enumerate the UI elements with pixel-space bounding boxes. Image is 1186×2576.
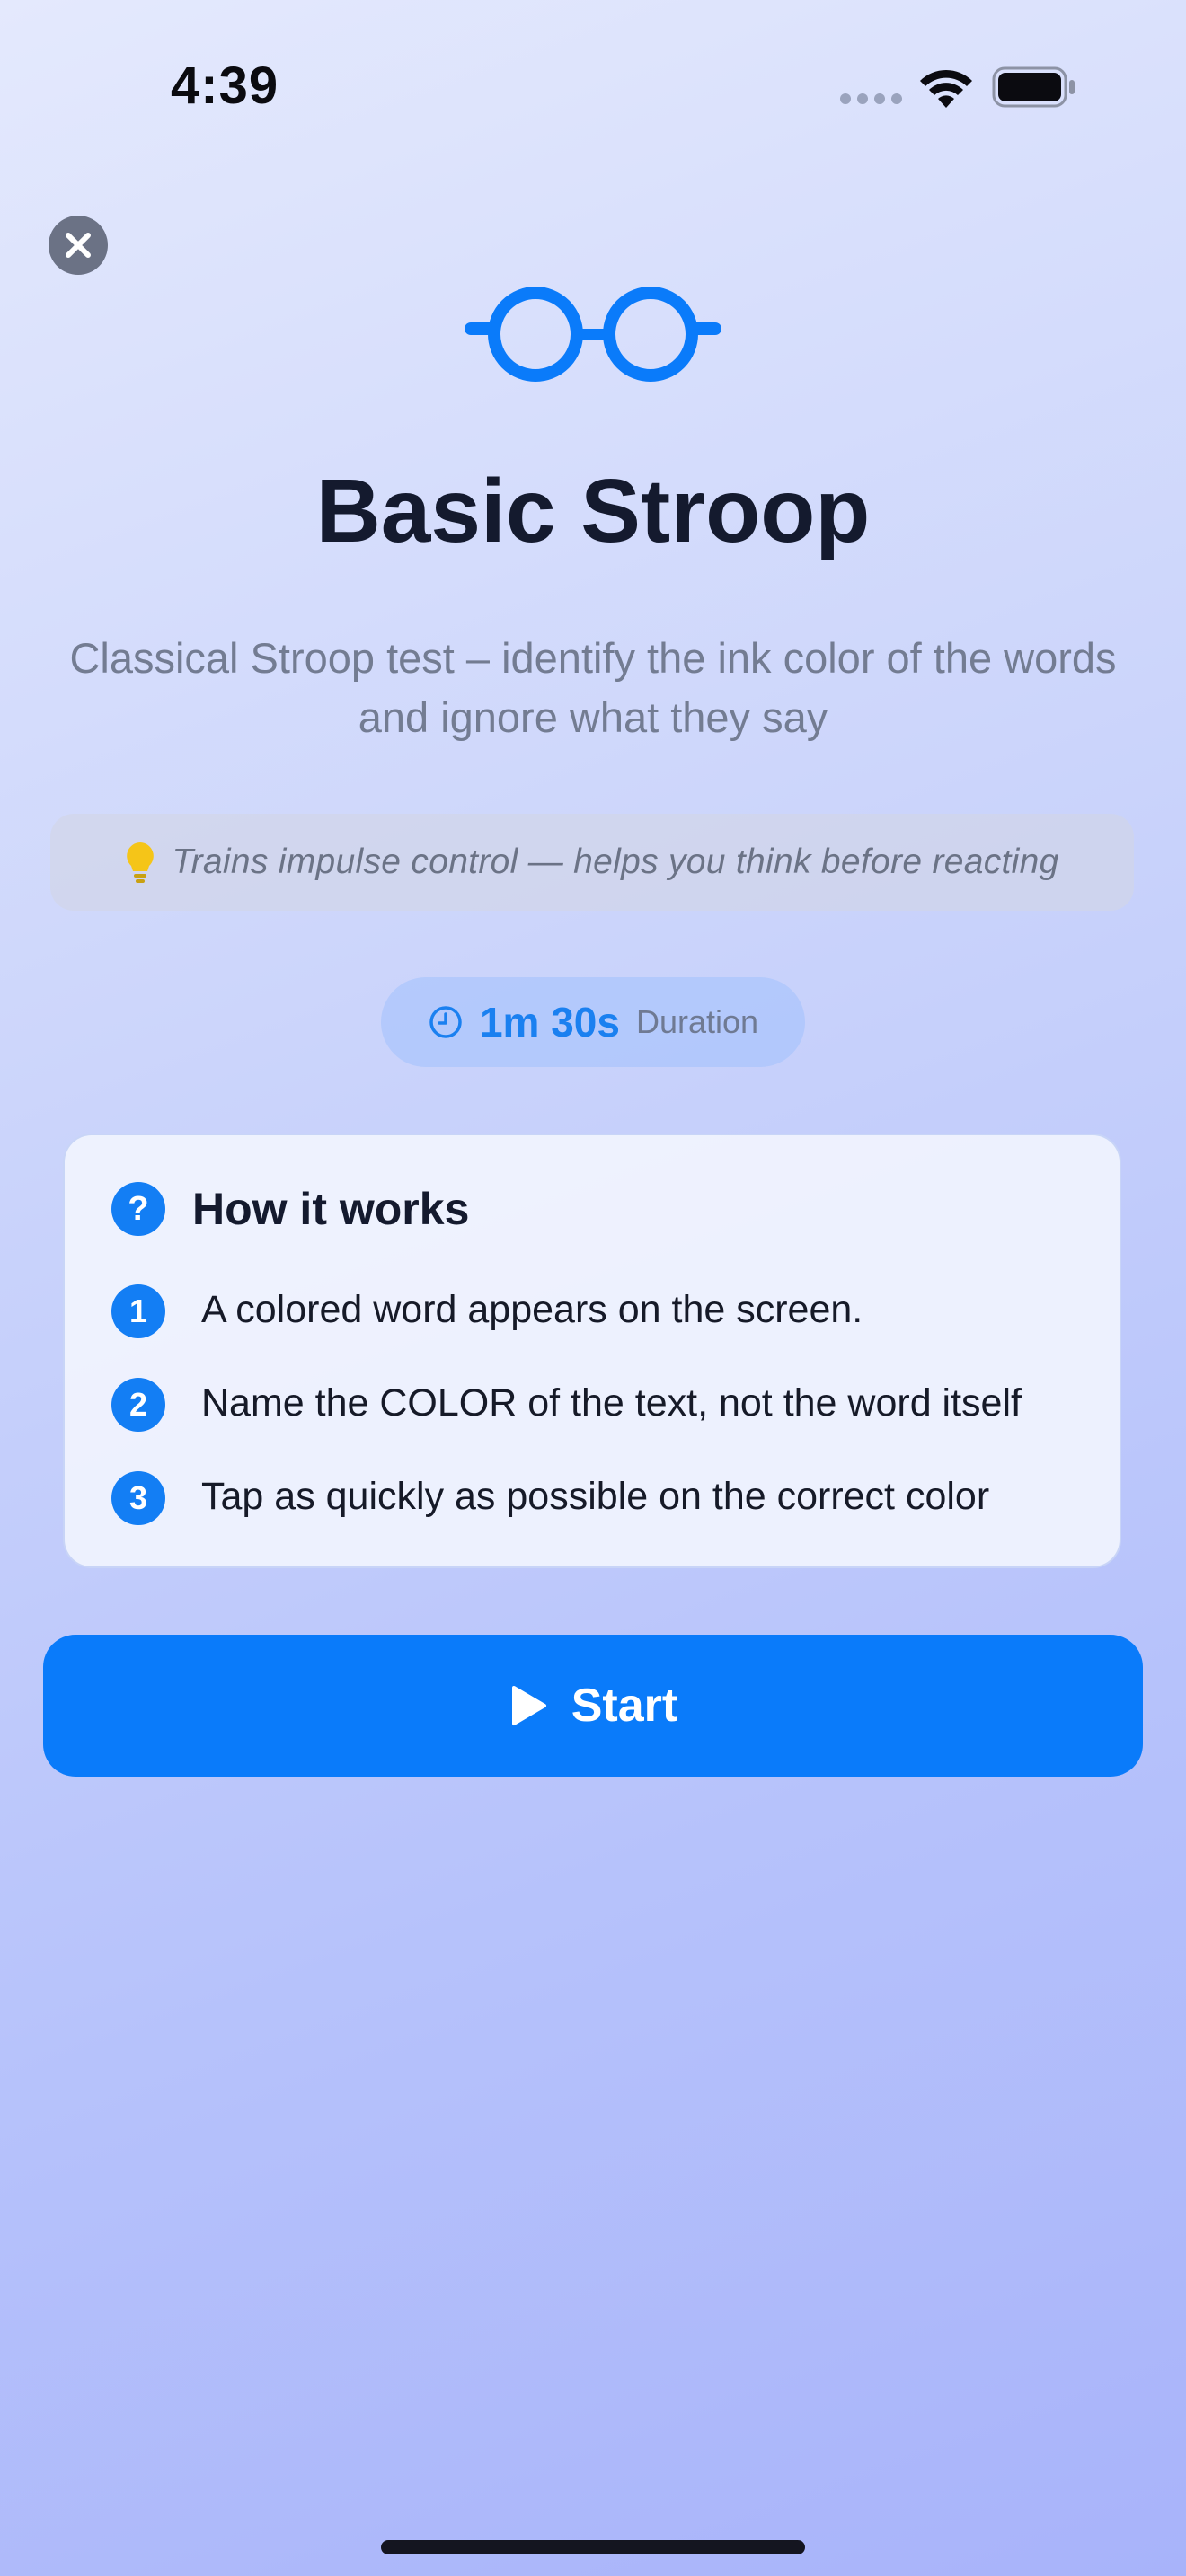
play-icon: [511, 1686, 546, 1725]
how-it-works-card: ? How it works 1 A colored word appears …: [63, 1134, 1121, 1568]
step-text: Name the COLOR of the text, not the word…: [201, 1381, 1022, 1425]
start-button[interactable]: Start: [43, 1635, 1143, 1777]
page-title: Basic Stroop: [315, 461, 871, 561]
duration-label: Duration: [635, 1003, 759, 1040]
battery-icon: [992, 66, 1075, 108]
close-button[interactable]: [49, 216, 108, 275]
tip-banner: Trains impulse control — helps you think…: [50, 814, 1134, 911]
clock-icon: [429, 1006, 462, 1038]
lightbulb-icon: [127, 842, 155, 883]
step-number: 2: [111, 1378, 165, 1432]
start-label: Start: [571, 1680, 678, 1732]
page-subtitle: Classical Stroop test – identify the ink…: [69, 634, 1117, 741]
step-text: Tap as quickly as possible on the correc…: [201, 1475, 990, 1518]
duration-pill: 1m 30s Duration: [381, 977, 805, 1067]
close-icon: [66, 233, 91, 258]
status-time: 4:39: [171, 57, 279, 115]
wifi-icon: [920, 69, 972, 108]
how-it-works-title: How it works: [192, 1184, 470, 1234]
home-indicator: [381, 2540, 805, 2554]
glasses-icon: [465, 287, 721, 382]
tip-text: Trains impulse control — helps you think…: [172, 842, 1059, 881]
step-number: 3: [111, 1471, 165, 1525]
step-text: A colored word appears on the screen.: [201, 1288, 863, 1331]
duration-value: 1m 30s: [479, 999, 620, 1045]
question-icon: ?: [111, 1182, 165, 1236]
step-number: 1: [111, 1284, 165, 1338]
cellular-signal-icon: [840, 93, 903, 106]
